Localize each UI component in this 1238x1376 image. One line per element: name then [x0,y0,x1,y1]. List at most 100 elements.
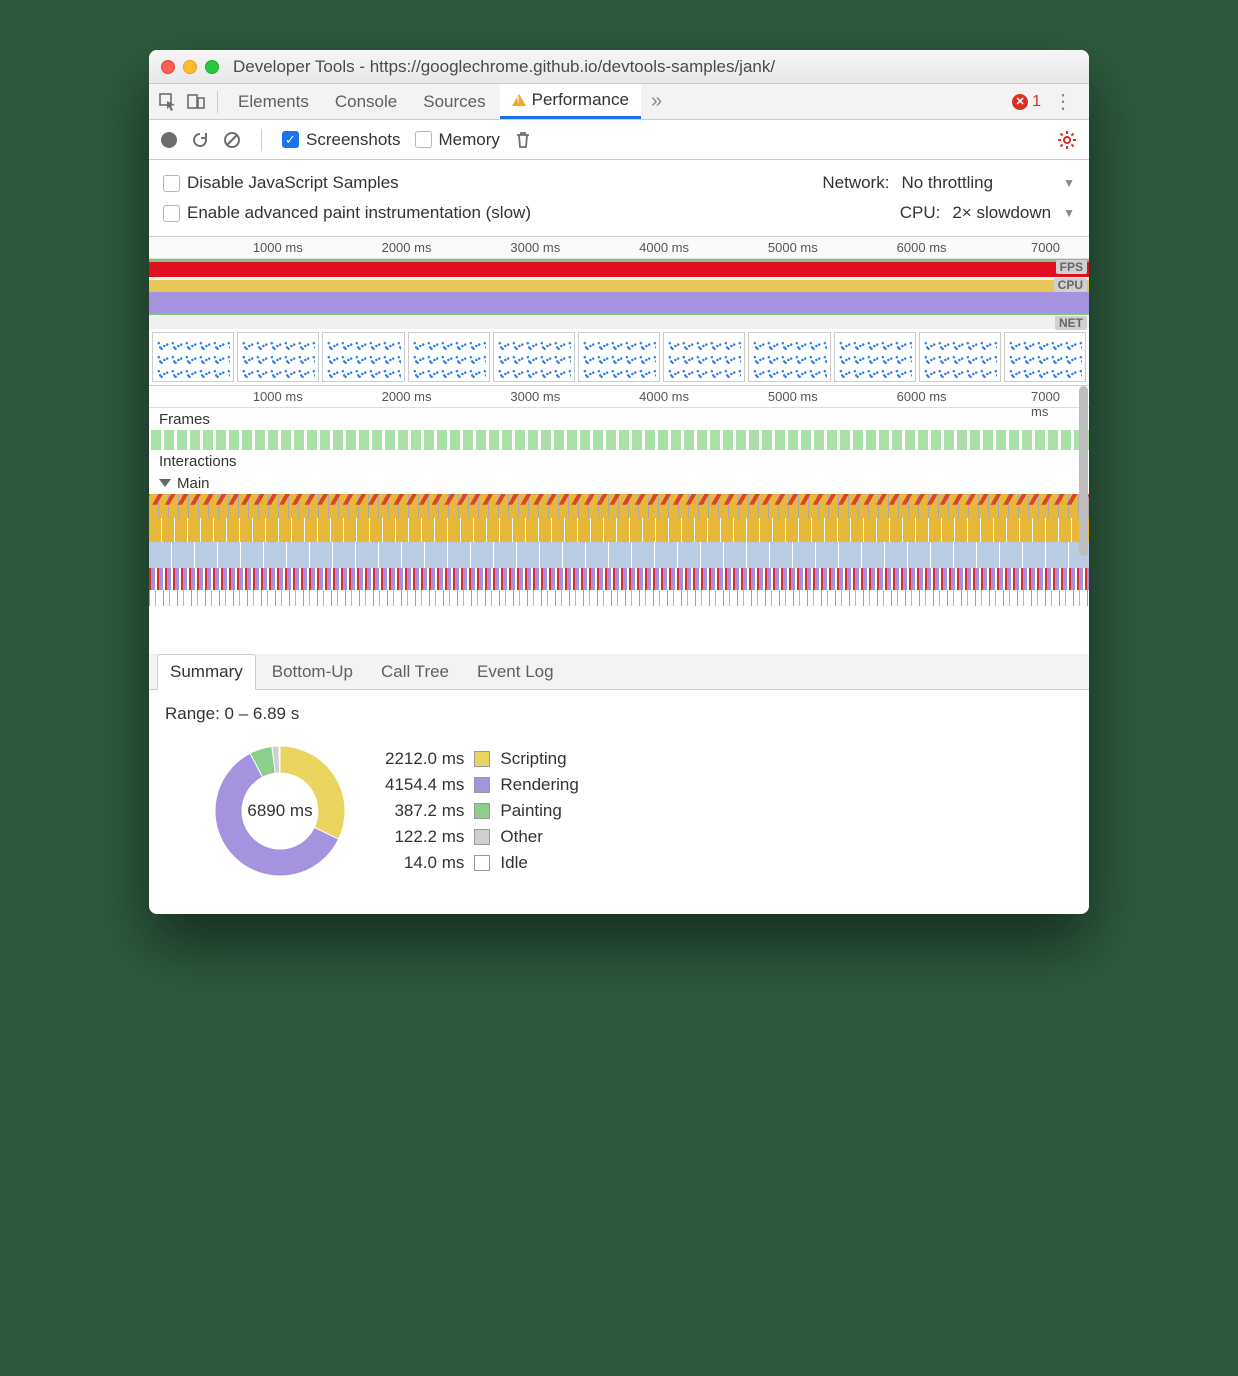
tab-label: Performance [532,90,629,110]
error-number: 1 [1032,93,1041,111]
ruler-tick: 3000 ms [510,389,560,404]
flamechart-pane[interactable]: 1000 ms 2000 ms 3000 ms 4000 ms 5000 ms 6000 … [149,385,1089,654]
cpu-label: CPU: [900,203,941,223]
filmstrip-frame[interactable] [919,332,1001,382]
separator [261,129,262,151]
overview-ruler: 1000 ms2000 ms3000 ms4000 ms5000 ms6000 … [149,237,1089,259]
filmstrip-frame[interactable] [408,332,490,382]
filmstrip-frame[interactable] [152,332,234,382]
tab-console[interactable]: Console [323,84,409,119]
select-value: No throttling [901,173,993,193]
filmstrip-frame[interactable] [663,332,745,382]
fps-lane: FPS [149,259,1089,277]
main-track-header[interactable]: Main [149,472,1089,494]
legend-value: 387.2 ms [385,801,464,821]
screenshots-checkbox[interactable]: Screenshots [282,130,401,150]
summary-donut-chart: 6890 ms [205,736,355,886]
network-throttle-select[interactable]: No throttling ▼ [901,173,1075,193]
checkbox-icon [282,131,299,148]
title-bar: Developer Tools - https://googlechrome.g… [149,50,1089,84]
frames-track-header[interactable]: Frames [149,408,1089,430]
ruler-tick: 5000 ms [768,389,818,404]
tab-elements[interactable]: Elements [226,84,321,119]
filmstrip-frame[interactable] [322,332,404,382]
summary-panel: Range: 0 – 6.89 s 6890 ms 2212.0 ms Scrip… [149,690,1089,914]
legend-value: 14.0 ms [385,853,464,873]
track-label: Interactions [159,453,237,470]
filmstrip-frame[interactable] [578,332,660,382]
tab-performance[interactable]: Performance [500,84,641,119]
ruler-tick: 1000 ms [253,389,303,404]
settings-menu-icon[interactable]: ⋮ [1043,89,1083,114]
details-tab-summary[interactable]: Summary [157,654,256,690]
details-tab-bottom-up[interactable]: Bottom-Up [260,655,365,689]
checkbox-label: Memory [439,130,500,150]
scrollbar-thumb[interactable] [1079,386,1088,556]
filmstrip-frame[interactable] [237,332,319,382]
ruler-tick: 7000 ms [1031,389,1070,419]
ruler-tick: 1000 ms [253,240,303,255]
paint-instrumentation-checkbox[interactable]: Enable advanced paint instrumentation (s… [163,203,531,223]
legend-label: Scripting [500,749,578,769]
more-tabs-icon[interactable]: » [643,90,670,113]
error-icon: ✕ [1012,94,1028,110]
disable-js-samples-checkbox[interactable]: Disable JavaScript Samples [163,173,399,193]
traffic-lights [161,60,219,74]
overview-pane[interactable]: 1000 ms2000 ms3000 ms4000 ms5000 ms6000 … [149,237,1089,385]
error-count[interactable]: ✕ 1 [1012,93,1041,111]
ruler-tick: 4000 ms [639,389,689,404]
filmstrip-frame[interactable] [748,332,830,382]
legend-value: 122.2 ms [385,827,464,847]
details-tabstrip: SummaryBottom-UpCall TreeEvent Log [149,654,1089,690]
trash-button[interactable] [514,130,532,150]
details-tab-call-tree[interactable]: Call Tree [369,655,461,689]
close-icon[interactable] [161,60,175,74]
minimize-icon[interactable] [183,60,197,74]
summary-legend: 2212.0 msScripting4154.4 msRendering387.… [385,749,579,873]
legend-swatch [474,855,490,871]
memory-checkbox[interactable]: Memory [415,130,500,150]
ruler-tick: 2000 ms [382,389,432,404]
network-label: Network: [822,173,889,193]
net-lane: NET [149,315,1089,329]
legend-value: 4154.4 ms [385,775,464,795]
donut-total: 6890 ms [205,736,355,886]
reload-button[interactable] [191,131,209,149]
ruler-tick: 2000 ms [382,240,432,255]
checkbox-label: Screenshots [306,130,401,150]
legend-swatch [474,803,490,819]
interactions-track-header[interactable]: Interactions [149,450,1089,472]
zoom-icon[interactable] [205,60,219,74]
detail-ruler: 1000 ms 2000 ms 3000 ms 4000 ms 5000 ms 6000 … [149,386,1089,408]
legend-swatch [474,829,490,845]
cpu-throttle-select[interactable]: 2× slowdown ▼ [952,203,1075,223]
filmstrip-frame[interactable] [834,332,916,382]
time-range: Range: 0 – 6.89 s [165,704,1073,724]
legend-label: Painting [500,801,578,821]
ruler-tick: 3000 ms [510,240,560,255]
lane-label: CPU [1054,278,1087,292]
legend-value: 2212.0 ms [385,749,464,769]
inspect-icon[interactable] [155,89,181,115]
record-button[interactable] [161,132,177,148]
warning-icon [512,94,526,106]
device-toggle-icon[interactable] [183,89,209,115]
clear-button[interactable] [223,131,241,149]
chevron-down-icon: ▼ [1063,206,1075,220]
ruler-tick: 6000 ms [897,389,947,404]
frames-lane [151,430,1089,450]
details-tab-event-log[interactable]: Event Log [465,655,566,689]
checkbox-icon [163,205,180,222]
tab-label: Console [335,92,397,112]
filmstrip-frame[interactable] [493,332,575,382]
capture-settings-icon[interactable] [1057,130,1077,150]
chevron-down-icon [159,479,171,487]
filmstrip-frame[interactable] [1004,332,1086,382]
tab-sources[interactable]: Sources [411,84,497,119]
lane-label: FPS [1056,260,1087,274]
lane-label: NET [1055,316,1087,330]
ruler-tick: 5000 ms [768,240,818,255]
capture-options: Disable JavaScript Samples Network: No t… [149,160,1089,237]
main-flamechart[interactable] [149,494,1089,654]
select-value: 2× slowdown [952,203,1051,223]
